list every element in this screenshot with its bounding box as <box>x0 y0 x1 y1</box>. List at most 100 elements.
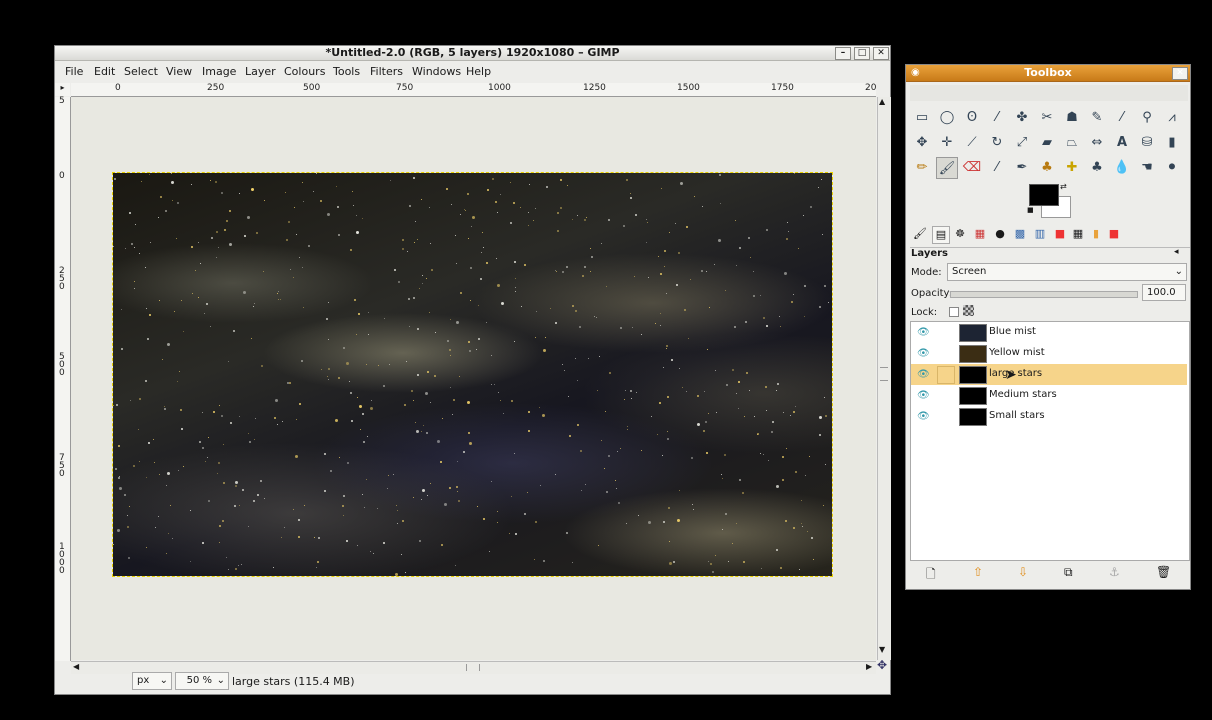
align-icon[interactable]: ✛ <box>936 132 958 154</box>
raise-layer-icon[interactable]: ⇧ <box>973 565 983 579</box>
perspective-clone-icon[interactable]: ♣ <box>1086 157 1108 179</box>
channels-tab-icon[interactable]: ☸ <box>952 226 968 242</box>
eye-icon[interactable]: 👁 <box>917 411 930 422</box>
ruler-horizontal[interactable]: 0 250 500 750 1000 1250 1500 1750 20 <box>71 83 876 97</box>
eye-icon[interactable]: 👁 <box>917 348 930 359</box>
crop-icon[interactable]: ⟋ <box>961 132 983 154</box>
image-canvas[interactable] <box>112 172 833 577</box>
scroll-thumb[interactable] <box>880 367 888 381</box>
layers-tab-icon[interactable]: ▤ <box>932 226 950 244</box>
blur-icon[interactable]: 💧 <box>1111 157 1133 179</box>
mode-select[interactable]: Screen ⌄ <box>947 263 1187 281</box>
duplicate-layer-icon[interactable]: ⧉ <box>1064 565 1073 580</box>
rect-select-icon[interactable]: ▭ <box>911 107 933 129</box>
menu-tools[interactable]: Tools <box>333 65 360 78</box>
menu-layer[interactable]: Layer <box>245 65 276 78</box>
opacity-slider[interactable] <box>950 291 1138 298</box>
layer-row-selected[interactable]: 👁 large stars <box>911 364 1187 385</box>
scroll-thumb[interactable] <box>466 664 480 671</box>
menu-view[interactable]: View <box>166 65 192 78</box>
tool-options-tab-icon[interactable]: 🖌 <box>912 226 928 242</box>
delete-layer-icon[interactable]: 🗑 <box>1156 565 1171 579</box>
menu-select[interactable]: Select <box>124 65 158 78</box>
histogram-tab-icon[interactable]: ▥ <box>1032 226 1048 242</box>
layers-list[interactable]: 👁 Blue mist 👁 Yellow mist 👁 large stars … <box>910 321 1190 561</box>
pencil-icon[interactable]: ✏ <box>911 157 933 179</box>
palettes-tab-icon[interactable]: ▦ <box>1070 226 1086 242</box>
layer-row[interactable]: 👁 Blue mist <box>911 322 1187 343</box>
paths-icon[interactable]: ✎ <box>1086 107 1108 129</box>
eye-icon[interactable]: 👁 <box>917 369 930 380</box>
perspective-icon[interactable]: ⏢ <box>1061 132 1083 154</box>
measure-icon[interactable]: ⩘ <box>1161 107 1183 129</box>
paths-tab-icon[interactable]: ▦ <box>972 226 988 242</box>
image-window-titlebar[interactable]: *Untitled-2.0 (RGB, 5 layers) 1920x1080 … <box>55 46 890 61</box>
color-picker-icon[interactable]: ⁄ <box>1111 107 1133 129</box>
scroll-down-icon[interactable]: ▼ <box>879 645 885 654</box>
navigate-icon[interactable]: ✥ <box>877 658 887 672</box>
menu-image[interactable]: Image <box>202 65 236 78</box>
paintbrush-icon[interactable]: 🖌 <box>936 157 958 179</box>
maximize-icon[interactable]: □ <box>854 47 870 60</box>
undo-tab-icon[interactable]: ■ <box>1052 226 1068 242</box>
foreground-color-swatch-top[interactable] <box>1029 184 1059 206</box>
flip-icon[interactable]: ⇔ <box>1086 132 1108 154</box>
foreground-select-icon[interactable]: ☗ <box>1061 107 1083 129</box>
layer-row[interactable]: 👁 Yellow mist <box>911 343 1187 364</box>
rotate-icon[interactable]: ↻ <box>986 132 1008 154</box>
brushes-tab-icon[interactable]: ● <box>992 226 1008 242</box>
zoom-select[interactable]: 50 % ⌄ <box>175 672 229 690</box>
lock-pixels-checkbox[interactable] <box>949 307 959 317</box>
menu-help[interactable]: Help <box>466 65 491 78</box>
clone-icon[interactable]: ♣ <box>1036 157 1058 179</box>
color-select-icon[interactable]: ✤ <box>1011 107 1033 129</box>
layer-row[interactable]: 👁 Medium stars <box>911 385 1187 406</box>
smudge-icon[interactable]: ☚ <box>1136 157 1158 179</box>
patterns-tab-icon[interactable]: ▩ <box>1012 226 1028 242</box>
canvas-area[interactable] <box>71 97 876 660</box>
layer-name[interactable]: Medium stars <box>989 389 1057 400</box>
opacity-spinbox[interactable]: 100.0 <box>1142 284 1186 301</box>
gradients-tab-icon[interactable]: ▮ <box>1088 226 1104 242</box>
layer-name[interactable]: Blue mist <box>989 326 1036 337</box>
menu-windows[interactable]: Windows <box>412 65 461 78</box>
fuzzy-select-icon[interactable]: ⁄ <box>986 107 1008 129</box>
menu-file[interactable]: File <box>65 65 83 78</box>
scissors-icon[interactable]: ✂ <box>1036 107 1058 129</box>
fonts-tab-icon[interactable]: ■ <box>1106 226 1122 242</box>
heal-icon[interactable]: ✚ <box>1061 157 1083 179</box>
chain-toggle[interactable] <box>937 366 955 384</box>
airbrush-icon[interactable]: ⁄ <box>986 157 1008 179</box>
bucket-fill-icon[interactable]: ⛁ <box>1136 132 1158 154</box>
lasso-icon[interactable]: ʘ <box>961 107 983 129</box>
scroll-left-icon[interactable]: ◀ <box>73 662 79 671</box>
ruler-vertical[interactable]: 5 0 2 5 0 5 0 0 7 5 0 1 0 0 0 <box>55 97 71 661</box>
unit-select[interactable]: px ⌄ <box>132 672 172 690</box>
dodge-burn-icon[interactable]: ⚫ <box>1161 157 1183 179</box>
lower-layer-icon[interactable]: ⇩ <box>1018 565 1028 579</box>
close-icon[interactable]: ✕ <box>873 47 889 60</box>
layer-name[interactable]: Yellow mist <box>989 347 1045 358</box>
eye-icon[interactable]: 👁 <box>917 327 930 338</box>
scroll-up-icon[interactable]: ▲ <box>879 97 885 106</box>
close-icon[interactable]: ✕ <box>1172 67 1188 80</box>
layer-row[interactable]: 👁 Small stars <box>911 406 1187 427</box>
layer-name[interactable]: Small stars <box>989 410 1045 421</box>
scale-icon[interactable]: ⤢ <box>1011 132 1033 154</box>
menu-filters[interactable]: Filters <box>370 65 403 78</box>
ruler-corner[interactable]: ▸ <box>55 83 70 96</box>
menu-edit[interactable]: Edit <box>94 65 115 78</box>
menu-colours[interactable]: Colours <box>284 65 325 78</box>
text-icon[interactable]: A <box>1111 132 1133 154</box>
ellipse-select-icon[interactable]: ◯ <box>936 107 958 129</box>
move-icon[interactable]: ✥ <box>911 132 933 154</box>
zoom-icon[interactable]: ⚲ <box>1136 107 1158 129</box>
panel-menu-icon[interactable]: ◂ <box>1174 247 1179 257</box>
scroll-right-icon[interactable]: ▶ <box>866 662 872 671</box>
toolbox-titlebar[interactable]: ◉ Toolbox ✕ <box>906 65 1190 82</box>
new-layer-icon[interactable]: 🗋 <box>926 565 936 586</box>
minimize-icon[interactable]: – <box>835 47 851 60</box>
shear-icon[interactable]: ▰ <box>1036 132 1058 154</box>
vertical-scrollbar[interactable]: ▲ ▼ <box>877 97 891 660</box>
default-colors-icon[interactable]: ■ <box>1027 206 1034 214</box>
